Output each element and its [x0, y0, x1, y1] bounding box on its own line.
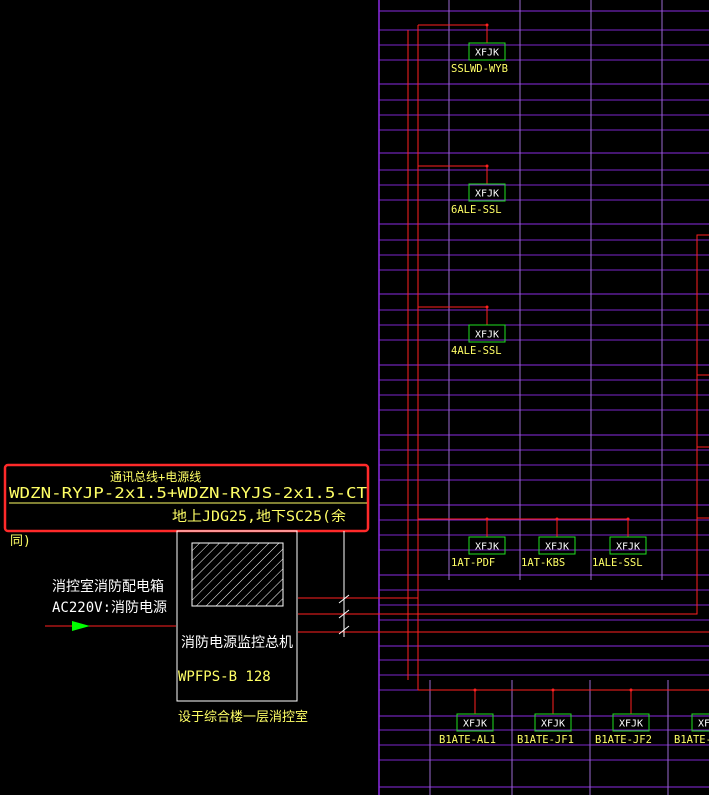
module-tag: 1AT-PDF — [451, 557, 495, 569]
module-label: XFJK — [545, 542, 569, 553]
red-wires — [298, 23, 709, 714]
node-dot — [485, 23, 489, 27]
row-module: XFJK 1AT-PDF — [451, 536, 506, 569]
row-module: XFJK 1ALE-SSL — [592, 536, 647, 569]
module-label: XFJK — [616, 542, 640, 553]
module-tag: 1AT-KBS — [521, 557, 565, 569]
branch-wire — [418, 24, 488, 43]
module-label: XFJK — [619, 719, 643, 730]
module-tag: B1ATE-JF1 — [517, 734, 574, 746]
node-dot — [485, 164, 489, 168]
module-label: XFJK — [475, 48, 499, 59]
module-label: XFJK — [475, 542, 499, 553]
node-dot — [485, 517, 489, 521]
host-model: WPFPS-B 128 — [178, 669, 271, 685]
purple-grid — [378, 0, 709, 795]
green-arrow-icon — [72, 621, 90, 631]
branch-wire — [418, 165, 488, 184]
node-dot — [551, 688, 555, 692]
module-tag: 4ALE-SSL — [451, 345, 502, 357]
power-box-voltage: AC220V:消防电源 — [52, 600, 167, 616]
node-dot — [626, 517, 630, 521]
upper-module: XFJK SSLWD-WYB — [451, 42, 508, 75]
row-module: XFJK 1AT-KBS — [521, 536, 576, 569]
module-tag: SSLWD-WYB — [451, 63, 508, 75]
conduit-spec: 地上JDG25,地下SC25(余 — [172, 508, 346, 525]
module-label: XFJK — [475, 330, 499, 341]
module-tag: B1ATE-AL1 — [439, 734, 496, 746]
cable-note-title: 通讯总线+电源线 — [110, 470, 201, 484]
host-name: 消防电源监控总机 — [181, 635, 293, 651]
cable-spec: WDZN-RYJP-2x1.5+WDZN-RYJS-2x1.5-CT — [9, 484, 367, 502]
module-tag: 6ALE-SSL — [451, 204, 502, 216]
node-dot — [555, 517, 559, 521]
cad-drawing: XFJK SSLWD-WYB XFJK 6ALE-SSL XFJK 4ALE-SSL XFJ… — [0, 0, 709, 795]
module-label: XFJK — [463, 719, 487, 730]
bus-line-2 — [298, 234, 709, 615]
module-label: XFJK — [541, 719, 565, 730]
cad-canvas: XFJKSSLWD-WYBXFJK6ALE-SSLXFJK4ALE-SSLXFJ… — [3, 0, 709, 795]
module-label: XFJK — [475, 189, 499, 200]
module-tag: 1ALE-SSL — [592, 557, 643, 569]
upper-module: XFJK 4ALE-SSL — [451, 324, 506, 357]
conduit-spec-cont: 同) — [10, 534, 31, 549]
host-screen-hatch — [191, 542, 284, 607]
module-tag: B1ATE-JF2 — [595, 734, 652, 746]
node-dot — [485, 305, 489, 309]
node-dot — [629, 688, 633, 692]
power-box-name: 消控室消防配电箱 — [52, 578, 164, 595]
node-dot — [473, 688, 477, 692]
host-location: 设于综合楼一层消控室 — [178, 709, 308, 725]
module-label: XFJK — [698, 719, 709, 730]
module-tag: B1ATE-A — [674, 734, 709, 746]
